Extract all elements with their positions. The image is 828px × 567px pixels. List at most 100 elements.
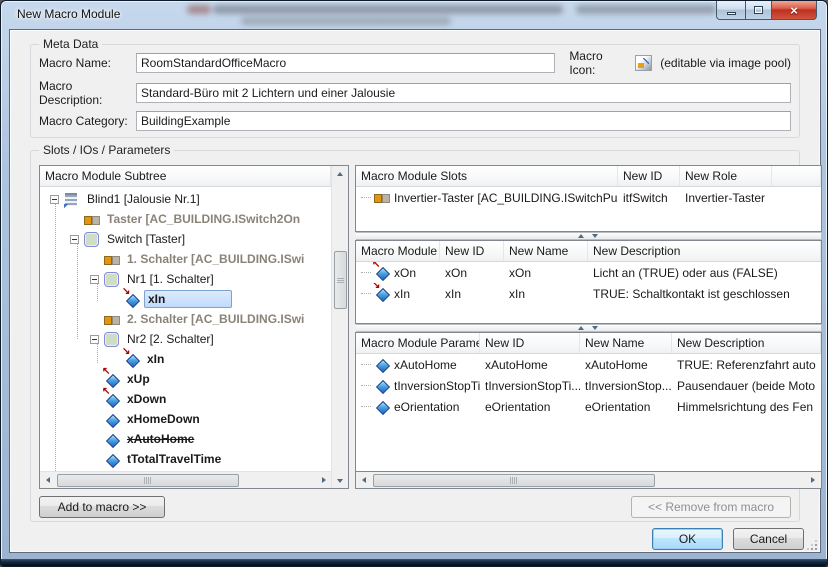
column-header-new-id[interactable]: New ID — [440, 241, 504, 261]
right-horizontal-scrollbar[interactable] — [355, 472, 822, 489]
column-header-new-description[interactable]: New Description — [588, 241, 821, 261]
tree-item-label: Nr1 [1. Schalter] — [124, 271, 217, 287]
title-bar[interactable]: New Macro Module × — [1, 1, 827, 29]
macro-description-input[interactable]: Standard-Büro mit 2 Lichtern und einer J… — [136, 83, 791, 103]
tree-item[interactable]: Blind1 [Jalousie Nr.1] — [40, 189, 331, 209]
macro-module-parameters-table: Macro Module Paramet... New ID New Name … — [355, 332, 822, 472]
meta-data-group: Meta Data Macro Name: RoomStandardOffice… — [30, 44, 800, 138]
cell-io-name: xIn — [394, 287, 410, 301]
table-row[interactable]: Invertier-Taster [AC_BUILDING.ISwitchPus… — [356, 187, 821, 208]
macro-module-slots-table: Macro Module Slots New ID New Role Inver… — [355, 165, 822, 232]
table-row[interactable]: tInversionStopTime tInversionStopTi... t… — [356, 375, 821, 396]
tree-item-label: xUp — [124, 371, 153, 387]
ios-table-body: xOn xOn xOn Licht an (TRUE) oder aus (FA… — [356, 262, 821, 304]
table-row[interactable]: xAutoHome xAutoHome xAutoHome TRUE: Refe… — [356, 354, 821, 375]
macro-icon-image[interactable] — [635, 55, 652, 71]
scroll-thumb[interactable] — [57, 474, 239, 487]
tree-item-label: xIn — [144, 290, 232, 308]
tree-item[interactable]: xDown — [40, 389, 331, 409]
tree-item[interactable]: tTotalTravelTime — [40, 449, 331, 469]
tree-item[interactable]: xUp — [40, 369, 331, 389]
window-controls: × — [716, 1, 817, 20]
slot-icon — [104, 312, 120, 327]
ok-button[interactable]: OK — [652, 528, 723, 550]
close-button[interactable]: × — [772, 1, 817, 20]
tree-item-label: xIn — [144, 351, 167, 367]
scroll-left-button[interactable] — [40, 473, 55, 488]
remove-from-macro-button[interactable]: << Remove from macro — [631, 496, 791, 518]
maximize-icon — [754, 6, 763, 14]
scroll-thumb[interactable] — [334, 251, 347, 309]
column-header-new-id[interactable]: New ID — [618, 166, 680, 186]
scroll-right-button[interactable] — [806, 473, 821, 488]
macro-name-input[interactable]: RoomStandardOfficeMacro — [136, 53, 555, 73]
tree-item[interactable]: Taster [AC_BUILDING.ISwitch2On — [40, 209, 331, 229]
column-header-new-description[interactable]: New Description — [672, 333, 821, 353]
column-header-new-id[interactable]: New ID — [480, 333, 580, 353]
add-to-macro-button[interactable]: Add to macro >> — [39, 496, 165, 518]
resize-grip[interactable] — [807, 540, 817, 550]
table-row[interactable]: eOrientation eOrientation eOrientation H… — [356, 396, 821, 417]
tree-horizontal-scrollbar[interactable] — [40, 471, 331, 488]
tree-item[interactable]: xHomeDown — [40, 409, 331, 429]
dialog-footer: OK Cancel — [652, 528, 804, 550]
minimize-icon — [727, 12, 736, 15]
scroll-thumb[interactable] — [373, 474, 655, 487]
tree-item-label: xDown — [124, 391, 169, 407]
column-header-filler — [772, 166, 821, 186]
cancel-button[interactable]: Cancel — [733, 528, 804, 550]
column-header-new-name[interactable]: New Name — [580, 333, 672, 353]
column-header-parameters[interactable]: Macro Module Paramet... — [356, 333, 480, 353]
minimize-button[interactable] — [716, 1, 745, 20]
table-row[interactable]: xOn xOn xOn Licht an (TRUE) oder aus (FA… — [356, 262, 821, 283]
column-header-new-name[interactable]: New Name — [504, 241, 588, 261]
tree-item-label: 2. Schalter [AC_BUILDING.ISwi — [124, 311, 307, 327]
table-splitter[interactable] — [356, 324, 821, 332]
scroll-left-button[interactable] — [356, 473, 371, 488]
macro-category-input[interactable]: BuildingExample — [136, 111, 791, 131]
tree-item-label: tTotalTravelTime — [124, 451, 224, 467]
column-header-ios[interactable]: Macro Module I... — [356, 241, 440, 261]
tree-expander-icon[interactable] — [70, 235, 79, 244]
tree-item[interactable]: Switch [Taster] — [40, 229, 331, 249]
table-splitter[interactable] — [356, 232, 821, 240]
tree-expander-icon[interactable] — [50, 195, 59, 204]
param-icon — [374, 399, 390, 414]
triangle-right-icon — [322, 477, 326, 483]
cell-param-name: xAutoHome — [394, 358, 457, 372]
maximize-button[interactable] — [745, 1, 772, 20]
tree-expander-icon[interactable] — [90, 275, 99, 284]
tree-expander-icon[interactable] — [90, 335, 99, 344]
slots-ios-parameters-group: Slots / IOs / Parameters Macro Module Su… — [30, 150, 800, 522]
scroll-up-button[interactable] — [333, 166, 348, 181]
scroll-right-button[interactable] — [316, 473, 331, 488]
tree-item[interactable]: Nr2 [2. Schalter] — [40, 329, 331, 349]
slot-icon — [374, 190, 390, 205]
tree-item[interactable]: 1. Schalter [AC_BUILDING.ISwi — [40, 249, 331, 269]
param-icon — [104, 432, 120, 447]
tree-item[interactable]: xIn — [40, 289, 331, 309]
triangle-left-icon — [362, 477, 366, 483]
tree-item[interactable]: xAutoHome — [40, 429, 331, 449]
io-out-icon — [374, 265, 390, 280]
column-header-slots[interactable]: Macro Module Slots — [356, 166, 618, 186]
tree-vertical-scrollbar[interactable] — [331, 166, 348, 488]
macro-icon-label: Macro Icon: — [569, 49, 627, 77]
macro-category-label: Macro Category: — [39, 114, 136, 128]
tree-item[interactable]: 2. Schalter [AC_BUILDING.ISwi — [40, 309, 331, 329]
macro-buttons-row: Add to macro >> << Remove from macro — [39, 495, 791, 519]
right-tables-stack: Macro Module Slots New ID New Role Inver… — [355, 165, 822, 489]
scroll-down-button[interactable] — [333, 473, 348, 488]
tree-header[interactable]: Macro Module Subtree — [40, 166, 331, 187]
column-header-new-role[interactable]: New Role — [680, 166, 772, 186]
tree-header-label[interactable]: Macro Module Subtree — [40, 166, 331, 186]
tree-item[interactable]: xIn — [40, 349, 331, 369]
table-row[interactable]: xIn xIn xIn TRUE: Schaltkontakt ist gesc… — [356, 283, 821, 304]
tree-item-label: 1. Schalter [AC_BUILDING.ISwi — [124, 251, 307, 267]
tree-item-label: xAutoHome — [124, 431, 197, 447]
background-glass-blur — [187, 5, 211, 14]
macro-name-label: Macro Name: — [39, 56, 136, 70]
dialog-window: New Macro Module × Meta Data Macro Name:… — [0, 0, 828, 567]
tree-item[interactable]: Nr1 [1. Schalter] — [40, 269, 331, 289]
tree-item[interactable]: tInversionStopTime — [40, 469, 331, 471]
